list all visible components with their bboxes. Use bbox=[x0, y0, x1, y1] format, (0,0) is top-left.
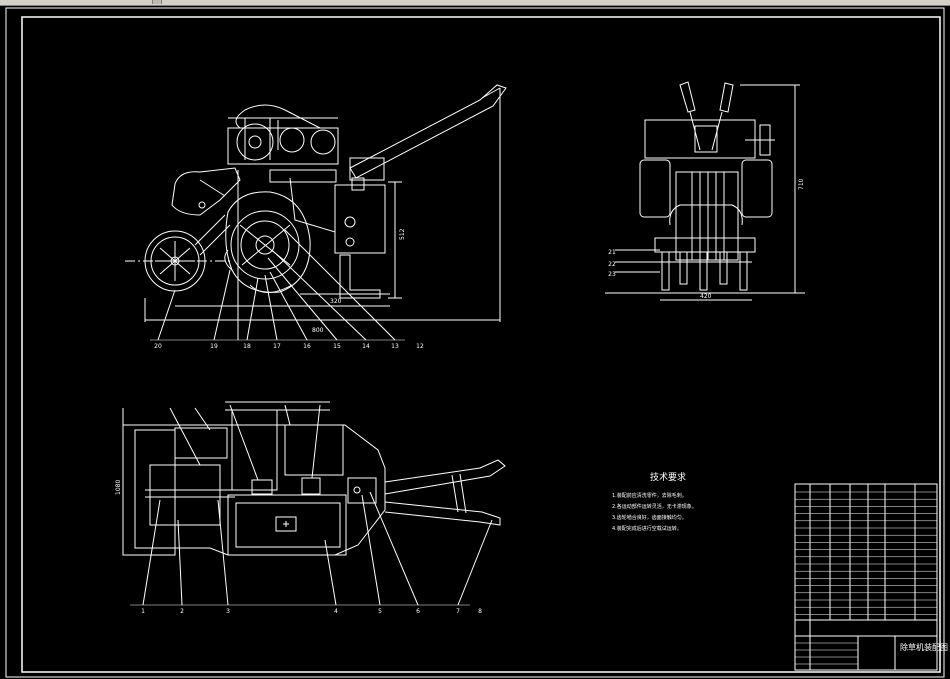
part-number-label: 2 bbox=[180, 608, 184, 615]
plan-view-part-labels: 1 2 3 4 5 6 7 8 bbox=[141, 608, 482, 615]
dimension-plan-length: 1080 bbox=[115, 480, 122, 495]
dimension-side-width: 420 bbox=[700, 293, 712, 300]
part-number-label: 1 bbox=[141, 608, 145, 615]
part-number-label: 16 bbox=[303, 343, 311, 350]
front-view-part-labels: 20 19 18 17 16 15 14 13 12 bbox=[154, 343, 424, 350]
part-number-label: 20 bbox=[154, 343, 162, 350]
dimension-front-gear: 320 bbox=[330, 298, 342, 305]
tech-requirement-line: 2.各运动部件运转灵活，无卡滞现象。 bbox=[612, 503, 697, 510]
part-number-label: 19 bbox=[210, 343, 218, 350]
dimension-front-width: 800 bbox=[312, 327, 324, 334]
part-number-label: 21 bbox=[608, 249, 616, 256]
part-number-label: 22 bbox=[608, 261, 616, 268]
part-number-label: 12 bbox=[416, 343, 424, 350]
part-number-label: 6 bbox=[416, 608, 420, 615]
tech-requirement-line: 1.装配前应清洗零件，去除毛刺。 bbox=[612, 492, 687, 499]
cad-drawing-canvas: 20 19 18 17 16 15 14 13 12 12345678 212223 800 5… bbox=[5, 7, 948, 678]
part-number-label: 8 bbox=[478, 608, 482, 615]
part-number-label: 4 bbox=[334, 608, 338, 615]
tech-requirements-title: 技术要求 bbox=[650, 471, 686, 483]
dimension-front-height: 512 bbox=[399, 228, 406, 240]
part-number-label: 5 bbox=[378, 608, 382, 615]
tech-requirement-line: 3.齿轮啮合良好，齿面接触均匀。 bbox=[612, 514, 687, 521]
part-number-label: 13 bbox=[391, 343, 399, 350]
part-number-label: 3 bbox=[226, 608, 230, 615]
part-number-label: 7 bbox=[456, 608, 460, 615]
part-number-label: 23 bbox=[608, 271, 616, 278]
drawing-title: 除草机装配图 bbox=[900, 642, 948, 652]
parts-list-rows bbox=[795, 491, 937, 665]
part-number-label: 15 bbox=[333, 343, 341, 350]
side-view-part-labels: 21 22 23 bbox=[608, 249, 616, 278]
plan-view bbox=[122, 401, 506, 606]
outer-frame bbox=[5, 7, 945, 678]
dimension-side-height: 710 bbox=[798, 178, 805, 190]
side-view bbox=[605, 81, 805, 301]
tech-requirement-line: 4.装配完成后进行空载试运转。 bbox=[612, 525, 682, 532]
part-number-label: 18 bbox=[243, 343, 251, 350]
part-number-label: 14 bbox=[362, 343, 370, 350]
part-number-label: 17 bbox=[273, 343, 281, 350]
front-view bbox=[125, 84, 507, 341]
